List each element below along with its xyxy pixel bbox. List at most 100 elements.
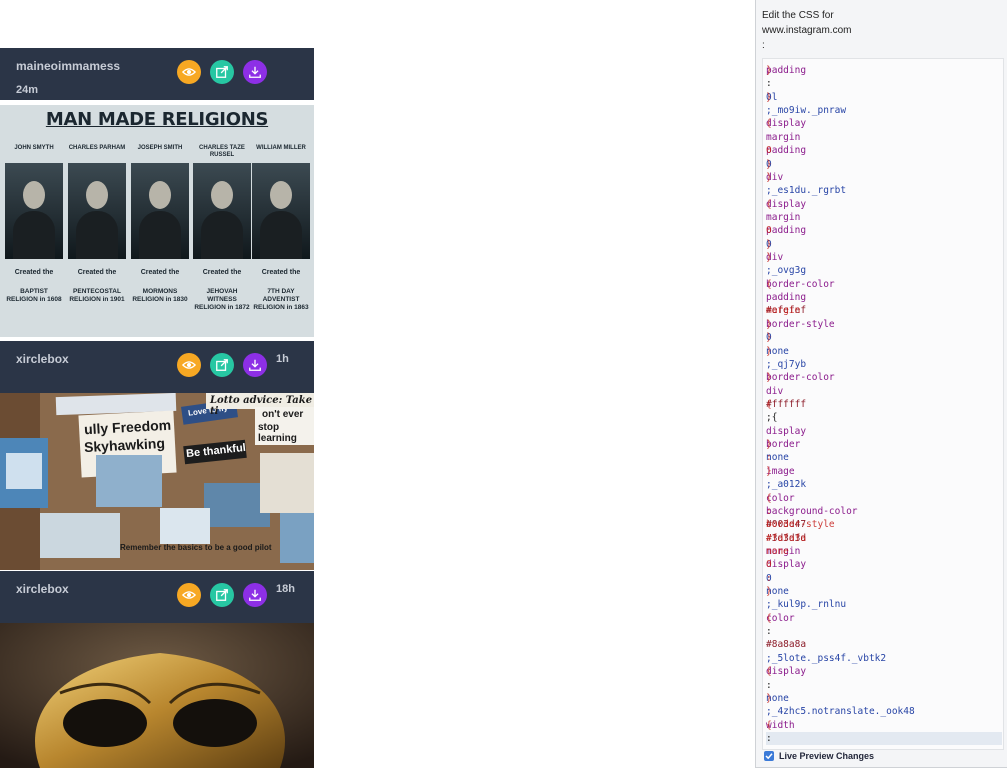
code-line[interactable]: ;_a012k: [766, 478, 1002, 491]
download-button[interactable]: [243, 353, 267, 377]
code-line[interactable]: ;{: [766, 411, 1002, 424]
code-line[interactable]: :: [766, 625, 1002, 638]
code-line[interactable]: border-color{: [766, 278, 1002, 291]
post-username[interactable]: xirclebox: [16, 352, 69, 366]
code-text: ;_mo9iw._pnraw: [766, 105, 847, 117]
code-overlap-text: #fafafa: [766, 532, 807, 544]
post-photo[interactable]: ully Freedom Skyhawking Love to fly Be t…: [0, 393, 314, 570]
code-text: padding: [766, 225, 807, 237]
code-line[interactable]: 0l}: [766, 91, 1002, 104]
code-overlap-text: :: [766, 452, 772, 464]
code-text: :: [766, 732, 772, 744]
post-username[interactable]: xirclebox: [16, 582, 69, 596]
panel-colon: :: [762, 40, 765, 51]
poster-column: CHARLES TAZE RUSSEL Created the JEHOVAH …: [192, 145, 252, 312]
poster-religion: BAPTIST RELIGION in 1608: [6, 288, 62, 303]
download-button[interactable]: [243, 60, 267, 84]
code-text: background-color: [766, 505, 858, 517]
code-overlap-text: none: [766, 545, 789, 557]
css-code-editor[interactable]: padding}:0l} ;_mo9iw._pnraw display{margin…: [762, 58, 1004, 750]
portrait-image: [5, 163, 63, 259]
code-line[interactable]: ;_kul9p._rnlnu: [766, 598, 1002, 611]
code-text: border-color: [766, 372, 835, 384]
code-line[interactable]: padding 0: [766, 144, 1002, 157]
view-button[interactable]: [177, 60, 201, 84]
poster-name: WILLIAM MILLER: [256, 145, 306, 151]
code-line[interactable]: none}: [766, 585, 1002, 598]
code-line[interactable]: color{: [766, 492, 1002, 505]
code-line[interactable]: ;_qj7yb: [766, 358, 1002, 371]
view-button[interactable]: [177, 583, 201, 607]
code-line[interactable]: padding: [766, 291, 1002, 304]
code-text: display: [766, 118, 807, 130]
code-line[interactable]: margin none: [766, 545, 1002, 558]
code-line[interactable]: color{: [766, 612, 1002, 625]
code-line[interactable]: #efefef margin: [766, 304, 1002, 317]
code-line[interactable]: display 0: [766, 558, 1002, 571]
poster-created: Created the: [261, 269, 301, 276]
code-overlap-text: }: [766, 465, 772, 477]
code-lines[interactable]: padding}:0l} ;_mo9iw._pnraw display{margin…: [766, 64, 1002, 746]
code-line[interactable]: div: [766, 385, 1002, 398]
code-line[interactable]: padding 0: [766, 224, 1002, 237]
code-line[interactable]: border-color}: [766, 371, 1002, 384]
post-photo[interactable]: MAN MADE RELIGIONS JOHN SMYTH Created th…: [0, 105, 314, 337]
code-line[interactable]: border}: [766, 438, 1002, 451]
code-line[interactable]: #3d3d3d #fafafa: [766, 532, 1002, 545]
code-text: border-style: [766, 318, 835, 330]
portrait-image: [252, 163, 310, 259]
code-line[interactable]: :: [766, 731, 1002, 746]
share-button[interactable]: [210, 60, 234, 84]
share-icon: [216, 589, 228, 601]
code-line[interactable]: none:: [766, 451, 1002, 464]
code-text: margin: [766, 131, 801, 143]
download-button[interactable]: [243, 583, 267, 607]
code-line[interactable]: 0}: [766, 331, 1002, 344]
code-line[interactable]: display: [766, 425, 1002, 438]
note-card: [260, 453, 314, 513]
code-line[interactable]: 0}: [766, 238, 1002, 251]
code-line[interactable]: margin: [766, 211, 1002, 224]
code-line[interactable]: div}: [766, 251, 1002, 264]
view-button[interactable]: [177, 353, 201, 377]
code-line[interactable]: ;_5lote._pss4f._vbtk2: [766, 652, 1002, 665]
code-line[interactable]: display{: [766, 117, 1002, 130]
code-line[interactable]: #8a8a8a: [766, 638, 1002, 651]
share-button[interactable]: [210, 353, 234, 377]
post-username[interactable]: maineoimmamess: [16, 59, 120, 73]
code-line[interactable]: #ffffff{: [766, 398, 1002, 411]
code-line[interactable]: width{: [766, 719, 1002, 732]
code-line[interactable]: ;_ovg3g: [766, 264, 1002, 277]
code-line[interactable]: padding}: [766, 64, 1002, 77]
code-line[interactable]: ;_mo9iw._pnraw: [766, 104, 1002, 117]
code-line[interactable]: 0}: [766, 158, 1002, 171]
share-button[interactable]: [210, 583, 234, 607]
css-editor-panel: Edit the CSS for www.instagram.com : pad…: [755, 0, 1007, 768]
live-preview-toggle[interactable]: Live Preview Changes: [764, 749, 874, 763]
code-line[interactable]: display{: [766, 198, 1002, 211]
post-photo[interactable]: [0, 623, 314, 768]
code-line[interactable]: background-color:: [766, 505, 1002, 518]
checkbox-checked-icon[interactable]: [764, 751, 774, 761]
code-line[interactable]: :: [766, 679, 1002, 692]
poster-religion: MORMONS RELIGION in 1830: [132, 288, 188, 303]
code-text: ;_kul9p._rnlnu: [766, 599, 847, 611]
code-line[interactable]: none}: [766, 692, 1002, 705]
code-line[interactable]: display{: [766, 665, 1002, 678]
mask-image: [0, 623, 314, 768]
code-line[interactable]: image}: [766, 465, 1002, 478]
code-line[interactable]: ;_4zhc5.notranslate._ook48: [766, 705, 1002, 718]
code-line[interactable]: ;_es1du._rgrbt: [766, 184, 1002, 197]
code-line[interactable]: :: [766, 77, 1002, 90]
code-overlap-text: {: [766, 278, 772, 290]
code-overlap-text: }: [766, 238, 772, 250]
code-line[interactable]: none}: [766, 345, 1002, 358]
poster-column: CHARLES PARHAM Created the PENTECOSTAL R…: [67, 145, 127, 304]
code-line[interactable]: #003d47 border-style: [766, 518, 1002, 531]
code-line[interactable]: div}: [766, 171, 1002, 184]
code-line[interactable]: border-style}: [766, 318, 1002, 331]
code-overlap-text: }: [766, 252, 772, 264]
code-line[interactable]: margin: [766, 131, 1002, 144]
code-line[interactable]: 0:: [766, 572, 1002, 585]
code-text: padding: [766, 145, 807, 157]
